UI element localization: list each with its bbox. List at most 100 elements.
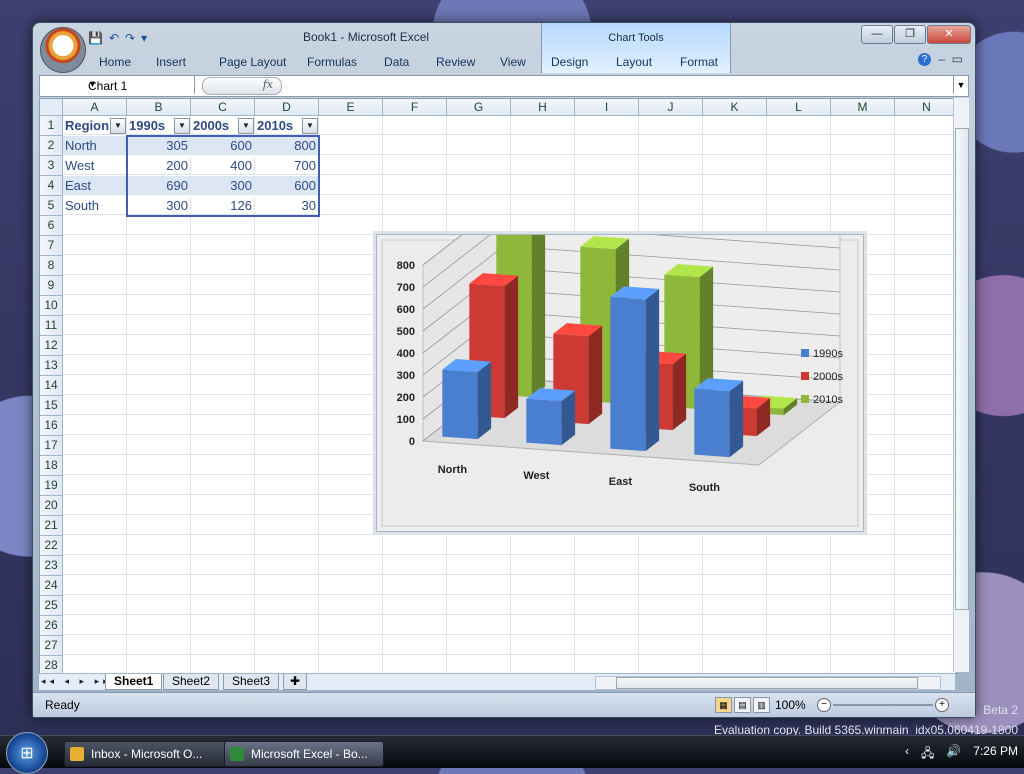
- grid-cell[interactable]: [511, 176, 575, 195]
- grid-cell[interactable]: [383, 636, 447, 655]
- row-header[interactable]: 10: [40, 296, 63, 316]
- sheet-tab-sheet2[interactable]: Sheet2: [163, 674, 220, 690]
- grid-cell[interactable]: [63, 456, 127, 475]
- undo-icon[interactable]: ↶: [109, 31, 119, 45]
- vertical-scroll-thumb[interactable]: [955, 128, 969, 610]
- grid-cell[interactable]: [895, 176, 956, 195]
- task-outlook[interactable]: Inbox - Microsoft O...: [64, 741, 228, 767]
- grid-cell[interactable]: [319, 596, 383, 615]
- grid-cell[interactable]: [511, 116, 575, 135]
- chart-object[interactable]: 0 100 200 300 400 500 600 700 800 North West East So…: [376, 200, 864, 532]
- grid-cell[interactable]: [319, 396, 383, 415]
- row-header[interactable]: 12: [40, 336, 63, 356]
- grid-cell[interactable]: [895, 516, 956, 535]
- grid-cell[interactable]: [831, 536, 895, 555]
- tab-format[interactable]: Format: [680, 51, 740, 73]
- network-icon[interactable]: 🖧: [921, 744, 934, 765]
- grid-cell[interactable]: [895, 496, 956, 515]
- grid-cell[interactable]: [127, 236, 191, 255]
- grid-cell[interactable]: [447, 196, 511, 215]
- filter-dropdown-icon[interactable]: ▼: [302, 118, 318, 134]
- grid-cell[interactable]: [447, 176, 511, 195]
- grid-cell[interactable]: [191, 316, 255, 335]
- grid-cell[interactable]: [895, 236, 956, 255]
- grid-cell[interactable]: [63, 436, 127, 455]
- grid-cell[interactable]: [895, 156, 956, 175]
- row-header[interactable]: 7: [40, 236, 63, 256]
- grid-cell[interactable]: [319, 456, 383, 475]
- grid-cell[interactable]: [575, 216, 639, 235]
- grid-cell[interactable]: [255, 436, 319, 455]
- grid-cell[interactable]: [255, 256, 319, 275]
- grid-cell[interactable]: [639, 656, 703, 673]
- row-header[interactable]: 28: [40, 656, 63, 673]
- grid-cell[interactable]: [383, 536, 447, 555]
- grid-cell[interactable]: [127, 456, 191, 475]
- grid-cell[interactable]: [319, 576, 383, 595]
- tab-insert[interactable]: Insert: [156, 51, 219, 73]
- filter-dropdown-icon[interactable]: ▼: [174, 118, 190, 134]
- grid-cell[interactable]: [255, 316, 319, 335]
- grid-cell[interactable]: [255, 596, 319, 615]
- save-icon[interactable]: 💾: [88, 31, 103, 45]
- grid-cell[interactable]: [383, 596, 447, 615]
- name-box[interactable]: Chart 1 ▼: [40, 76, 195, 94]
- grid-cell[interactable]: [191, 516, 255, 535]
- grid-cell[interactable]: [895, 116, 956, 135]
- grid-cell[interactable]: [767, 576, 831, 595]
- grid-cell[interactable]: [895, 196, 956, 215]
- row-header[interactable]: 27: [40, 636, 63, 656]
- grid-cell[interactable]: [447, 156, 511, 175]
- row-header[interactable]: 18: [40, 456, 63, 476]
- tab-home[interactable]: Home: [99, 51, 156, 73]
- grid-cell[interactable]: [63, 296, 127, 315]
- grid-cell[interactable]: [831, 596, 895, 615]
- grid-cell[interactable]: [63, 236, 127, 255]
- grid-cell[interactable]: [127, 276, 191, 295]
- column-header[interactable]: B: [127, 99, 191, 116]
- grid-cell[interactable]: [191, 256, 255, 275]
- grid-cell[interactable]: [319, 316, 383, 335]
- grid-cell[interactable]: [895, 376, 956, 395]
- grid-cell[interactable]: [191, 636, 255, 655]
- grid-cell[interactable]: [511, 156, 575, 175]
- grid-cell[interactable]: [383, 176, 447, 195]
- grid-cell[interactable]: [319, 356, 383, 375]
- grid-cell[interactable]: [639, 616, 703, 635]
- row-header[interactable]: 24: [40, 576, 63, 596]
- grid-cell[interactable]: [895, 596, 956, 615]
- office-button[interactable]: [40, 27, 86, 73]
- grid-cell[interactable]: [127, 496, 191, 515]
- grid-cell[interactable]: [575, 656, 639, 673]
- grid-cell[interactable]: [703, 596, 767, 615]
- grid-cell[interactable]: [383, 196, 447, 215]
- row-header[interactable]: 9: [40, 276, 63, 296]
- grid-cell[interactable]: [127, 376, 191, 395]
- grid-cell[interactable]: [831, 556, 895, 575]
- grid-cell[interactable]: [63, 516, 127, 535]
- grid-cell[interactable]: [703, 656, 767, 673]
- column-header[interactable]: M: [831, 99, 895, 116]
- grid-cell[interactable]: [191, 216, 255, 235]
- grid-cell[interactable]: [895, 636, 956, 655]
- tab-review[interactable]: Review: [436, 51, 500, 73]
- grid-cell[interactable]: [255, 356, 319, 375]
- grid-cell[interactable]: [703, 556, 767, 575]
- tab-formulas[interactable]: Formulas: [307, 51, 384, 73]
- grid-cell[interactable]: [63, 336, 127, 355]
- grid-cell[interactable]: [319, 236, 383, 255]
- grid-cell[interactable]: [575, 556, 639, 575]
- grid-cell[interactable]: [639, 216, 703, 235]
- grid-cell[interactable]: [127, 356, 191, 375]
- expand-formula-bar-icon[interactable]: ▼: [953, 76, 968, 94]
- grid-cell[interactable]: [319, 536, 383, 555]
- grid-cell[interactable]: [639, 576, 703, 595]
- grid-cell[interactable]: [191, 236, 255, 255]
- column-header[interactable]: N: [895, 99, 956, 116]
- grid-cell[interactable]: [255, 516, 319, 535]
- grid-cell[interactable]: [447, 616, 511, 635]
- row-header[interactable]: 6: [40, 216, 63, 236]
- tab-data[interactable]: Data: [384, 51, 436, 73]
- grid-cell[interactable]: [191, 416, 255, 435]
- horizontal-scrollbar[interactable]: [595, 676, 941, 690]
